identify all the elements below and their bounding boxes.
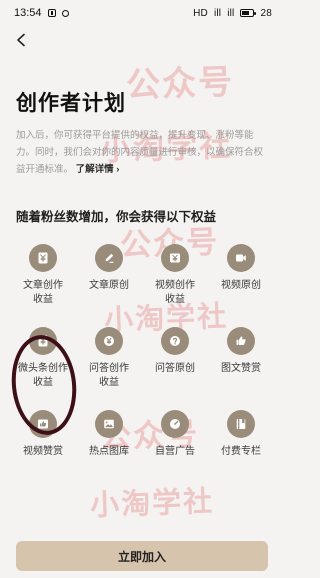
page-title: 创作者计划 bbox=[16, 92, 126, 115]
thumbs-up-video-icon bbox=[29, 410, 57, 438]
status-left: 13:54 bbox=[14, 7, 69, 19]
benefit-label: 图文赞赏 bbox=[221, 363, 261, 374]
status-right: HD ill ill 28 bbox=[193, 8, 272, 19]
learn-more-link[interactable]: 了解详情 › bbox=[76, 164, 120, 175]
benefit-label: 自营广告 bbox=[155, 446, 195, 457]
benefit-hot-gallery[interactable]: 热点图库 bbox=[76, 410, 142, 473]
battery-icon bbox=[240, 9, 257, 17]
benefit-label: 文章创作 收益 bbox=[23, 280, 63, 305]
status-battery-text: 28 bbox=[260, 7, 272, 19]
book-icon bbox=[227, 410, 255, 438]
question-icon bbox=[161, 327, 189, 355]
benefit-video-tip[interactable]: 视频赞赏 bbox=[10, 410, 76, 473]
benefit-article-original[interactable]: 文章原创 bbox=[76, 244, 142, 307]
benefit-video-revenue[interactable]: 视频创作 收益 bbox=[142, 244, 208, 307]
chevron-left-icon bbox=[17, 33, 25, 47]
creator-plan-screen: 13:54 HD ill ill 28 公众号 小淘学社 公众号 小淘学社 公众… bbox=[0, 0, 284, 578]
benefit-video-original[interactable]: 视频原创 bbox=[208, 244, 274, 307]
benefit-article-revenue[interactable]: 文章创作 收益 bbox=[10, 244, 76, 307]
benefits-section-title: 随着粉丝数增加，你会获得以下权益 bbox=[16, 210, 217, 224]
pen-edit-icon bbox=[95, 244, 123, 272]
benefit-label: 视频原创 bbox=[221, 280, 261, 291]
benefit-label: 问答原创 bbox=[155, 363, 195, 374]
benefit-self-ads[interactable]: 自营广告 bbox=[142, 410, 208, 473]
thumbs-up-icon bbox=[227, 327, 255, 355]
status-signal-2: ill bbox=[227, 7, 235, 19]
yen-circle-icon bbox=[95, 327, 123, 355]
yen-video-icon bbox=[161, 244, 189, 272]
benefit-label: 付费专栏 bbox=[221, 446, 261, 457]
benefit-label: 文章原创 bbox=[89, 280, 129, 291]
benefits-grid: 文章创作 收益 文章原创 视频创作 收益 视频原创 微头条创作 收益 问答创作 … bbox=[10, 244, 274, 473]
video-camera-icon bbox=[227, 244, 255, 272]
join-now-button[interactable]: 立即加入 bbox=[16, 541, 268, 571]
benefit-qa-original[interactable]: 问答原创 bbox=[142, 327, 208, 390]
battery-fill bbox=[242, 11, 250, 15]
image-icon bbox=[95, 410, 123, 438]
watermark-text-6: 小淘学社 bbox=[89, 485, 215, 523]
plan-description: 加入后，你可获得平台提供的权益，提升变现、涨粉等能力。同时，我们会对你的内容质量… bbox=[16, 127, 270, 178]
status-circle-icon bbox=[61, 9, 69, 17]
status-network: HD bbox=[193, 7, 208, 19]
yen-card-icon bbox=[29, 327, 57, 355]
back-button[interactable] bbox=[14, 33, 28, 47]
benefit-qa-revenue[interactable]: 问答创作 收益 bbox=[76, 327, 142, 390]
benefit-image-text-tip[interactable]: 图文赞赏 bbox=[208, 327, 274, 390]
benefit-label: 微头条创作 收益 bbox=[18, 363, 68, 388]
benefit-label: 视频赞赏 bbox=[23, 446, 63, 457]
gauge-icon bbox=[161, 410, 189, 438]
benefit-label: 视频创作 收益 bbox=[155, 280, 195, 305]
benefit-paid-column[interactable]: 付费专栏 bbox=[208, 410, 274, 473]
status-time: 13:54 bbox=[14, 7, 42, 19]
benefit-label: 问答创作 收益 bbox=[89, 363, 129, 388]
status-app-icon bbox=[47, 9, 56, 17]
status-bar: 13:54 HD ill ill 28 bbox=[0, 0, 284, 26]
yen-card-icon bbox=[29, 244, 57, 272]
status-signal-1: ill bbox=[213, 7, 222, 19]
benefit-label: 热点图库 bbox=[89, 446, 129, 457]
benefit-microheadline-revenue[interactable]: 微头条创作 收益 bbox=[10, 327, 76, 390]
watermark-text-1: 公众号 bbox=[125, 63, 235, 105]
plan-description-text: 加入后，你可获得平台提供的权益，提升变现、涨粉等能力。同时，我们会对你的内容质量… bbox=[16, 130, 264, 175]
